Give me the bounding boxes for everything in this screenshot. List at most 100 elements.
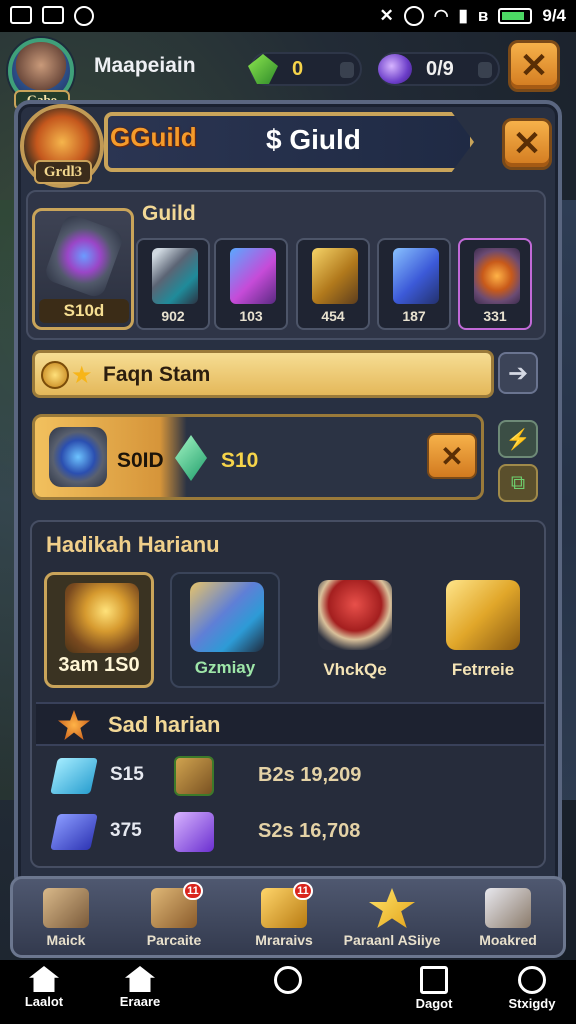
reward-card-1[interactable]: 3am 1S0 bbox=[44, 572, 154, 688]
star-icon bbox=[369, 888, 415, 928]
sys-nav-label-2: Eraare bbox=[119, 994, 161, 1009]
item-slot-3[interactable]: 454 bbox=[296, 238, 370, 330]
arrow-right-icon: ➔ bbox=[507, 359, 529, 387]
daily-rewards-title: Hadikah Harianu bbox=[46, 532, 220, 557]
gold-item-label: S0ID bbox=[117, 449, 164, 472]
burst-icon bbox=[58, 710, 90, 740]
nav-label-1: Maick bbox=[46, 932, 86, 948]
gallery-notification-icon bbox=[42, 6, 64, 24]
reward-card-3[interactable]: VhckQe bbox=[300, 572, 410, 688]
sys-nav-label-4: Dagot bbox=[415, 996, 453, 1011]
item-slot-2[interactable]: 103 bbox=[214, 238, 288, 330]
sys-nav-2[interactable]: Eraare bbox=[92, 966, 188, 1009]
home-icon bbox=[125, 966, 155, 992]
sys-nav-label-1: Laalot bbox=[24, 994, 64, 1009]
circle-icon bbox=[274, 966, 302, 994]
gold-chest-icon: 11 bbox=[261, 882, 313, 928]
daily-sub-header: Sad harian bbox=[36, 702, 544, 746]
reward-caption-2: Gzmiay bbox=[194, 658, 256, 677]
item-slot-4[interactable]: 187 bbox=[377, 238, 451, 330]
item-slot-1[interactable]: 902 bbox=[136, 238, 210, 330]
reward-card-4[interactable]: Fetrreie bbox=[428, 572, 538, 688]
sync-notification-icon bbox=[74, 6, 94, 26]
spear-icon bbox=[152, 248, 198, 304]
scroll-icon bbox=[43, 888, 89, 928]
nav-label-5: Moakred bbox=[479, 932, 537, 948]
home-icon bbox=[29, 966, 59, 992]
inventory-title: Guild bbox=[142, 202, 196, 225]
reward-caption-3: VhckQe bbox=[323, 660, 387, 679]
gold-status-label: Faqn Stam bbox=[103, 363, 211, 386]
gold-status-bar[interactable]: ★ Faqn Stam bbox=[32, 350, 494, 398]
item-slot-2-count: 103 bbox=[239, 308, 263, 324]
purple-cube-icon bbox=[174, 812, 214, 852]
nav-item-5[interactable]: Moakred bbox=[456, 884, 560, 956]
remove-item-button[interactable]: ✕ bbox=[427, 433, 477, 479]
nav-item-4[interactable]: Paraanl ASiiye bbox=[340, 884, 444, 956]
blue-orb-icon bbox=[49, 427, 107, 487]
close-icon: ✕ bbox=[512, 125, 542, 163]
emerald-gem-icon bbox=[175, 435, 207, 481]
mute-icon: ✕ bbox=[379, 6, 394, 25]
close-icon: ✕ bbox=[519, 47, 549, 85]
nav-label-2: Parcaite bbox=[146, 932, 202, 948]
add-green-gem-icon[interactable] bbox=[340, 62, 354, 78]
scroll-box-icon bbox=[485, 888, 531, 928]
blue-sword-icon bbox=[190, 582, 264, 652]
coin-icon bbox=[41, 361, 69, 389]
stat-number: S15 bbox=[110, 764, 144, 785]
daily-sub-header-label: Sad harian bbox=[108, 712, 221, 737]
blue-gem-icon bbox=[50, 814, 98, 850]
guild-emblem-label: Grdl3 bbox=[34, 160, 92, 184]
blue-dagger-icon bbox=[393, 248, 439, 304]
player-name: Maapeiain bbox=[94, 54, 196, 77]
stat-amount: B2s 19,209 bbox=[258, 764, 362, 786]
lightning-icon: ⚡ bbox=[505, 428, 531, 451]
wifi-icon: ◠ bbox=[433, 6, 449, 25]
sys-nav-4[interactable]: Dagot bbox=[386, 966, 482, 1011]
map-button[interactable]: ⧉ bbox=[498, 464, 538, 502]
guild-banner-title: GGuild bbox=[110, 122, 197, 152]
battery-icon bbox=[498, 8, 533, 24]
sys-nav-label-5: Stxigdy bbox=[508, 996, 556, 1011]
bluetooth-icon: ʙ bbox=[477, 6, 489, 25]
nav-label-3: Mraraivs bbox=[255, 932, 313, 948]
emblem-shield-icon bbox=[474, 248, 520, 304]
close-icon: ✕ bbox=[440, 440, 464, 472]
stat-row: 375 S2s 16,708 bbox=[50, 810, 530, 858]
image-notification-icon bbox=[10, 6, 32, 24]
reward-card-2[interactable]: Gzmiay bbox=[170, 572, 280, 688]
item-slot-1-count: 902 bbox=[161, 308, 185, 324]
nav-item-3[interactable]: 11 Mraraivs bbox=[232, 882, 336, 956]
add-purple-gem-icon[interactable] bbox=[478, 62, 492, 78]
green-gem-counter[interactable]: 0 bbox=[248, 52, 362, 86]
featured-item-slot[interactable]: S10d bbox=[32, 208, 134, 330]
signal-icon: ▮ bbox=[458, 6, 468, 25]
purple-gem-counter[interactable]: 0/9 bbox=[378, 52, 500, 86]
clock: 9/4 bbox=[542, 6, 566, 25]
treasure-chest-icon bbox=[65, 583, 139, 653]
green-gem-value: 0 bbox=[292, 57, 304, 80]
purple-gem-icon bbox=[378, 54, 412, 84]
notification-badge: 11 bbox=[183, 882, 203, 900]
map-icon: ⧉ bbox=[510, 471, 526, 494]
item-slot-3-count: 454 bbox=[321, 308, 345, 324]
gold-item-value: S10 bbox=[221, 449, 259, 472]
item-slot-5[interactable]: 331 bbox=[458, 238, 532, 330]
nav-item-1[interactable]: Maick bbox=[14, 884, 118, 956]
gold-box-icon bbox=[446, 580, 520, 650]
reward-caption-4: Fetrreie bbox=[451, 660, 515, 679]
sys-nav-5[interactable]: Stxigdy bbox=[484, 966, 576, 1011]
upgrade-button[interactable]: ⚡ bbox=[498, 420, 538, 458]
alarm-icon bbox=[403, 6, 424, 26]
close-window-button[interactable]: ✕ bbox=[508, 40, 560, 92]
sys-nav-1[interactable]: Laalot bbox=[0, 966, 92, 1009]
notification-badge: 11 bbox=[293, 882, 313, 900]
sys-nav-home-button[interactable] bbox=[240, 966, 336, 994]
close-guild-button[interactable]: ✕ bbox=[502, 118, 552, 170]
expand-arrow-button[interactable]: ➔ bbox=[498, 352, 538, 394]
nav-item-2[interactable]: 11 Parcaite bbox=[122, 882, 226, 956]
gem-amulet-icon bbox=[42, 212, 126, 300]
guild-banner-subtitle: $ Giuld bbox=[266, 124, 361, 155]
item-slot-4-count: 187 bbox=[402, 308, 426, 324]
